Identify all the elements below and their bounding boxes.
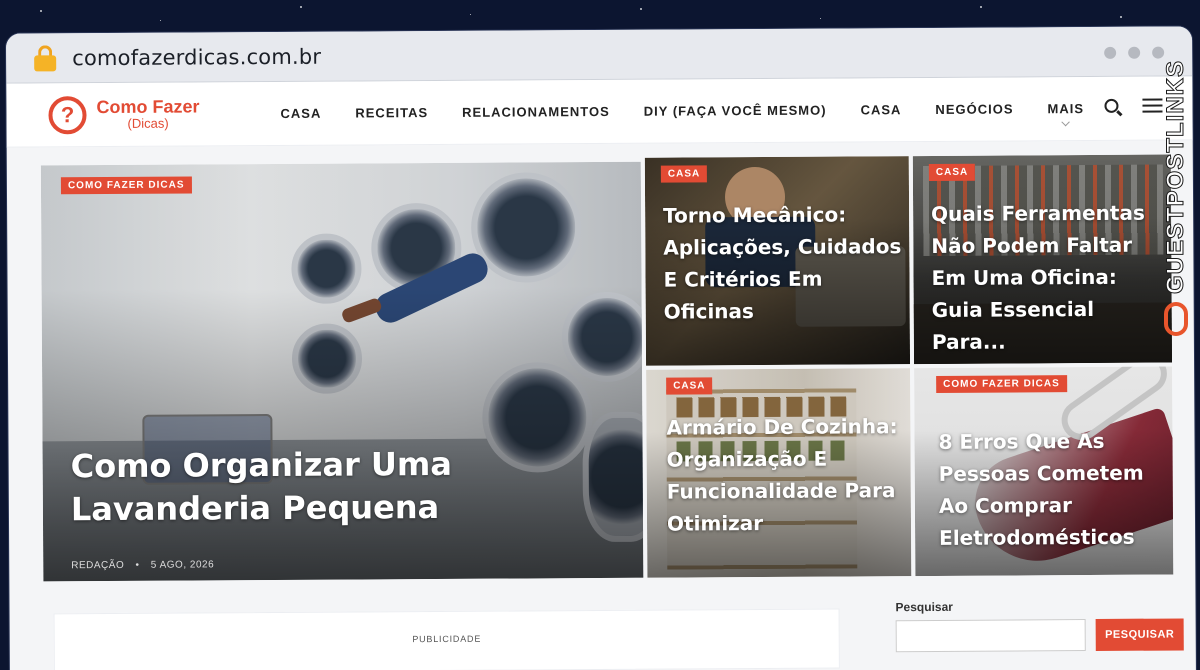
hero-grid: COMO FAZER DICAS Como Organizar Uma Lava… [40, 154, 1174, 582]
category-tag[interactable]: COMO FAZER DICAS [60, 176, 192, 195]
site-header: ? Como Fazer (Dicas) CASA RECEITAS RELAC… [6, 76, 1193, 148]
question-mark-icon: ? [48, 95, 87, 134]
article-title[interactable]: 8 Erros Que As Pessoas Cometem Ao Compra… [938, 425, 1171, 554]
article-date: 5 AGO, 2026 [150, 559, 215, 571]
article-meta: REDAÇÃO • 5 AGO, 2026 [71, 559, 215, 572]
logo-subtitle: (Dicas) [127, 115, 169, 132]
nav-item-diy[interactable]: DIY (FAÇA VOCÊ MESMO) [644, 103, 827, 119]
window-dot-icon[interactable] [1104, 46, 1117, 59]
article-title[interactable]: Armário De Cozinha: Organização E Funcio… [666, 410, 907, 539]
window-dot-icon[interactable] [1128, 46, 1141, 59]
link-icon [1164, 302, 1188, 337]
article-title[interactable]: Torno Mecânico: Aplicações, Cuidados E C… [663, 198, 904, 327]
nav-item-receitas[interactable]: RECEITAS [355, 105, 428, 120]
browser-window: comofazerdicas.com.br ? Como Fazer (Dica… [6, 26, 1197, 670]
logo-title: Como Fazer [96, 96, 200, 118]
nav-item-casa[interactable]: CASA [280, 106, 321, 121]
ad-label: PUBLICIDADE [412, 633, 482, 645]
url-text[interactable]: comofazerdicas.com.br [72, 44, 321, 70]
article-card[interactable]: CASA Quais Ferramentas Não Podem Faltar … [912, 154, 1173, 365]
sidebar-search-input[interactable] [895, 619, 1086, 653]
watermark: GUESTPOSTLINKS [1160, 60, 1192, 360]
article-author[interactable]: REDAÇÃO [71, 560, 124, 571]
nav-item-negocios[interactable]: NEGÓCIOS [935, 101, 1013, 116]
nav-item-relacionamentos[interactable]: RELACIONAMENTOS [462, 104, 610, 120]
category-tag[interactable]: CASA [660, 165, 708, 183]
category-tag[interactable]: COMO FAZER DICAS [936, 375, 1067, 393]
lock-icon [34, 44, 57, 71]
category-tag[interactable]: CASA [928, 163, 976, 181]
featured-article-card[interactable]: COMO FAZER DICAS Como Organizar Uma Lava… [40, 161, 644, 582]
browser-address-bar[interactable]: comofazerdicas.com.br [6, 26, 1193, 84]
featured-article-title[interactable]: Como Organizar Uma Lavanderia Pequena [71, 442, 632, 532]
window-dot-icon[interactable] [1152, 46, 1165, 59]
article-title[interactable]: Quais Ferramentas Não Podem Faltar Em Um… [931, 197, 1168, 358]
sidebar-search-label: Pesquisar [895, 599, 953, 615]
main-nav: CASA RECEITAS RELACIONAMENTOS DIY (FAÇA … [280, 101, 1084, 121]
category-tag[interactable]: CASA [666, 377, 713, 395]
window-controls [1104, 46, 1165, 59]
site-logo[interactable]: ? Como Fazer (Dicas) [48, 94, 278, 134]
watermark-text: GUESTPOSTLINKS [1162, 60, 1190, 295]
ad-container: PUBLICIDADE [53, 608, 840, 670]
nav-item-mais[interactable]: MAIS [1047, 101, 1084, 116]
nav-item-casa-2[interactable]: CASA [861, 102, 902, 117]
article-card[interactable]: CASA Armário De Cozinha: Organização E F… [646, 368, 912, 578]
article-card[interactable]: CASA Torno Mecânico: Aplicações, Cuidado… [644, 156, 911, 366]
search-icon[interactable] [1104, 98, 1119, 113]
article-card[interactable]: COMO FAZER DICAS 8 Erros Que As Pessoas … [914, 366, 1174, 577]
sidebar-search-button[interactable]: PESQUISAR [1095, 618, 1184, 651]
